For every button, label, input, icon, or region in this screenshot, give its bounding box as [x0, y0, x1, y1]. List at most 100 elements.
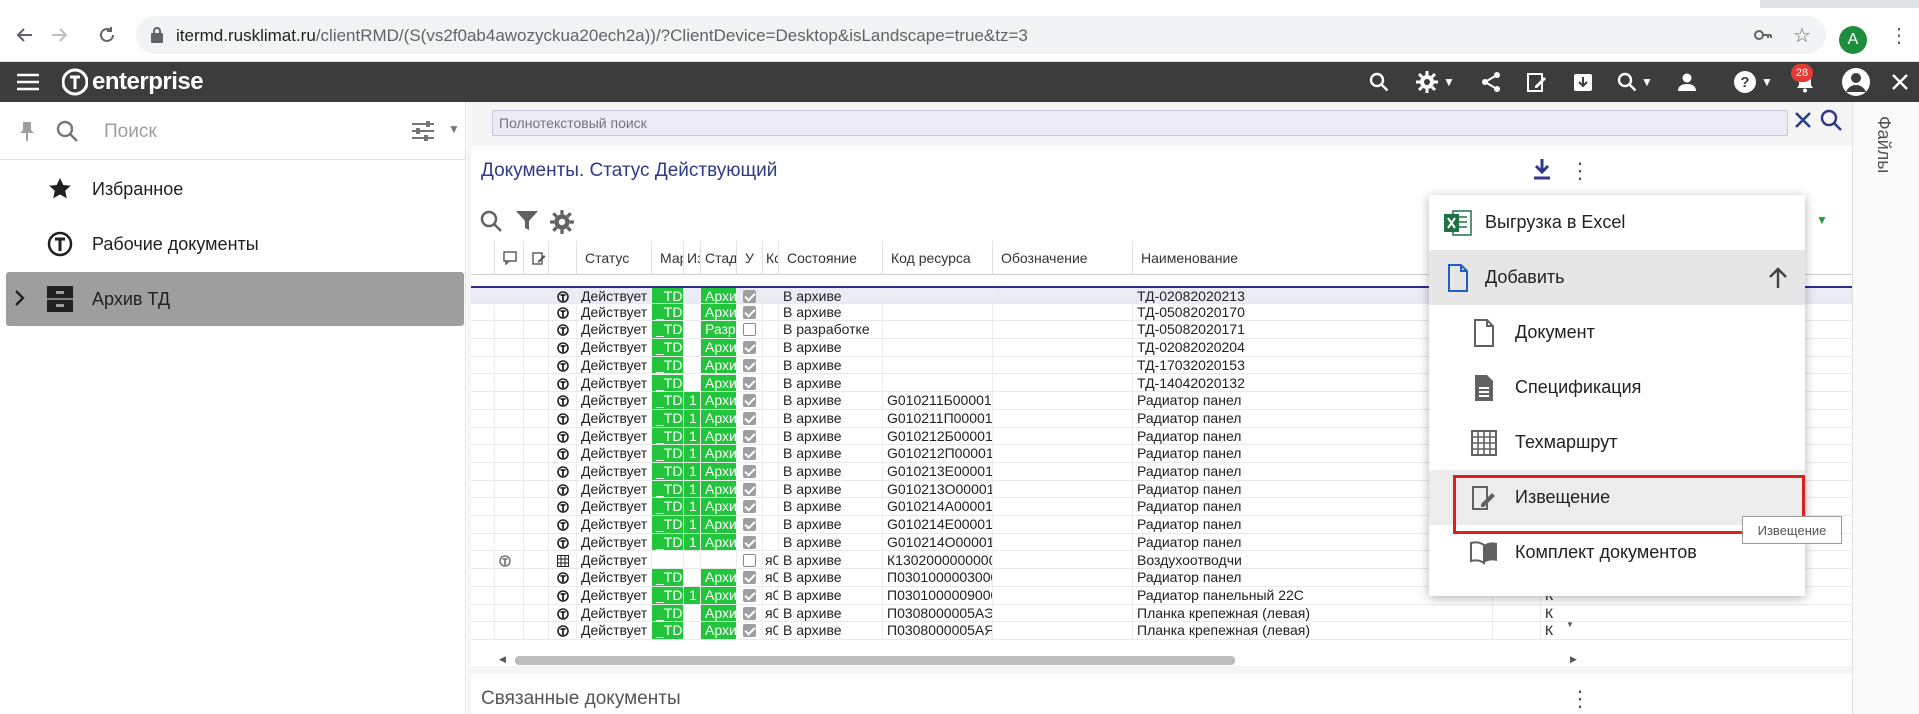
row-comment[interactable] — [495, 409, 524, 427]
row-comment[interactable] — [495, 498, 524, 516]
header-status[interactable]: Статус — [577, 241, 652, 275]
archive-box-icon[interactable] — [1568, 62, 1598, 102]
cell-u[interactable] — [737, 303, 763, 321]
fulltext-search-icon[interactable] — [1820, 109, 1842, 136]
checkbox[interactable] — [743, 465, 756, 478]
checkbox[interactable] — [743, 305, 756, 319]
row-comment[interactable] — [495, 321, 524, 339]
row-edit[interactable] — [524, 622, 549, 639]
cell-u[interactable] — [737, 427, 763, 445]
reload-icon[interactable] — [92, 20, 122, 50]
header-u[interactable]: У — [737, 241, 763, 275]
cell-u[interactable] — [737, 569, 763, 586]
row-edit[interactable] — [524, 321, 549, 339]
row-select[interactable] — [471, 604, 495, 622]
row-edit[interactable] — [524, 427, 549, 445]
checkbox[interactable] — [743, 535, 756, 549]
search-icon[interactable] — [56, 120, 78, 147]
header-state[interactable]: Состояние — [779, 241, 883, 275]
cell-u[interactable] — [737, 409, 763, 427]
row-select[interactable] — [471, 445, 495, 462]
account-avatar-icon[interactable] — [1838, 62, 1874, 102]
app-logo[interactable]: enterprise — [62, 68, 204, 96]
row-select[interactable] — [471, 356, 495, 374]
cell-u[interactable] — [737, 374, 763, 392]
checkbox[interactable] — [743, 571, 756, 585]
row-edit[interactable] — [524, 551, 549, 569]
cell-u[interactable] — [737, 604, 763, 622]
row-select[interactable] — [471, 463, 495, 480]
checkbox[interactable] — [743, 447, 756, 461]
checkbox[interactable] — [743, 482, 756, 496]
row-comment[interactable] — [495, 480, 524, 498]
row-select[interactable] — [471, 427, 495, 445]
row-comment[interactable] — [495, 339, 524, 356]
cell-u[interactable] — [737, 339, 763, 356]
header-edit-icon[interactable] — [524, 241, 549, 275]
row-select[interactable] — [471, 480, 495, 498]
cell-u[interactable] — [737, 498, 763, 516]
close-icon[interactable] — [1886, 62, 1914, 102]
menu-item-add[interactable]: Добавить — [1429, 250, 1805, 305]
address-bar[interactable]: itermd.rusklimat.ru/clientRMD/(S(vs2f0ab… — [136, 16, 1826, 54]
checkbox[interactable] — [743, 553, 756, 567]
back-icon[interactable] — [10, 20, 40, 50]
header-stage[interactable]: Стади — [701, 241, 737, 275]
cell-u[interactable] — [737, 516, 763, 533]
chevron-right-icon[interactable] — [14, 288, 26, 313]
sidebar-item-favorites[interactable]: Избранное — [6, 162, 464, 216]
row-edit[interactable] — [524, 533, 549, 551]
row-select[interactable] — [471, 586, 495, 604]
menu-item-route[interactable]: Техмаршрут — [1429, 415, 1805, 470]
row-edit[interactable] — [524, 374, 549, 392]
filter-icon[interactable] — [515, 209, 539, 238]
browser-profile-avatar[interactable]: A — [1839, 26, 1867, 54]
header-select[interactable] — [471, 241, 495, 275]
row-select[interactable] — [471, 288, 495, 303]
horizontal-scrollbar[interactable]: ◀ ▶ — [495, 654, 1580, 666]
header-izm[interactable]: Изм — [684, 241, 701, 275]
row-comment[interactable] — [495, 427, 524, 445]
checkbox[interactable] — [743, 624, 756, 638]
share-icon[interactable] — [1476, 62, 1506, 102]
row-comment[interactable] — [495, 586, 524, 604]
row-select[interactable] — [471, 516, 495, 533]
checkbox[interactable] — [743, 500, 756, 514]
row-comment[interactable] — [495, 569, 524, 586]
key-icon[interactable] — [1744, 16, 1782, 54]
filter-settings-icon[interactable]: ▼ — [412, 120, 460, 147]
cell-u[interactable] — [737, 392, 763, 409]
cell-u[interactable] — [737, 480, 763, 498]
expand-toolbar-icon[interactable]: ▼ — [1816, 213, 1828, 227]
help-icon[interactable]: ? ▼ — [1728, 62, 1778, 102]
row-edit[interactable] — [524, 480, 549, 498]
row-comment[interactable] — [495, 445, 524, 462]
row-edit[interactable] — [524, 288, 549, 303]
row-comment[interactable] — [495, 392, 524, 409]
checkbox[interactable] — [743, 588, 756, 602]
header-mark[interactable]: Марк — [652, 241, 684, 275]
row-select[interactable] — [471, 533, 495, 551]
cell-u[interactable] — [737, 551, 763, 569]
cell-u[interactable] — [737, 622, 763, 639]
row-edit[interactable] — [524, 516, 549, 533]
row-edit[interactable] — [524, 586, 549, 604]
table-row[interactable]: Действует_TDF Архи я0В архивеП0308000005АЯ… — [471, 622, 1852, 640]
row-comment[interactable] — [495, 303, 524, 321]
cell-u[interactable] — [737, 321, 763, 339]
header-resource-code[interactable]: Код ресурса — [883, 241, 993, 275]
row-edit[interactable] — [524, 463, 549, 480]
cell-u[interactable] — [737, 445, 763, 462]
row-select[interactable] — [471, 374, 495, 392]
header-type[interactable] — [549, 241, 577, 275]
row-edit[interactable] — [524, 445, 549, 462]
row-select[interactable] — [471, 321, 495, 339]
row-edit[interactable] — [524, 409, 549, 427]
bookmark-star-icon[interactable]: ☆ — [1783, 16, 1821, 54]
cell-u[interactable] — [737, 356, 763, 374]
row-comment[interactable] — [495, 533, 524, 551]
forward-icon[interactable] — [44, 20, 74, 50]
table-row[interactable]: Действует_TDF Архи я0В архивеП0308000005АЭ… — [471, 604, 1852, 623]
checkbox[interactable] — [743, 429, 756, 443]
row-select[interactable] — [471, 339, 495, 356]
